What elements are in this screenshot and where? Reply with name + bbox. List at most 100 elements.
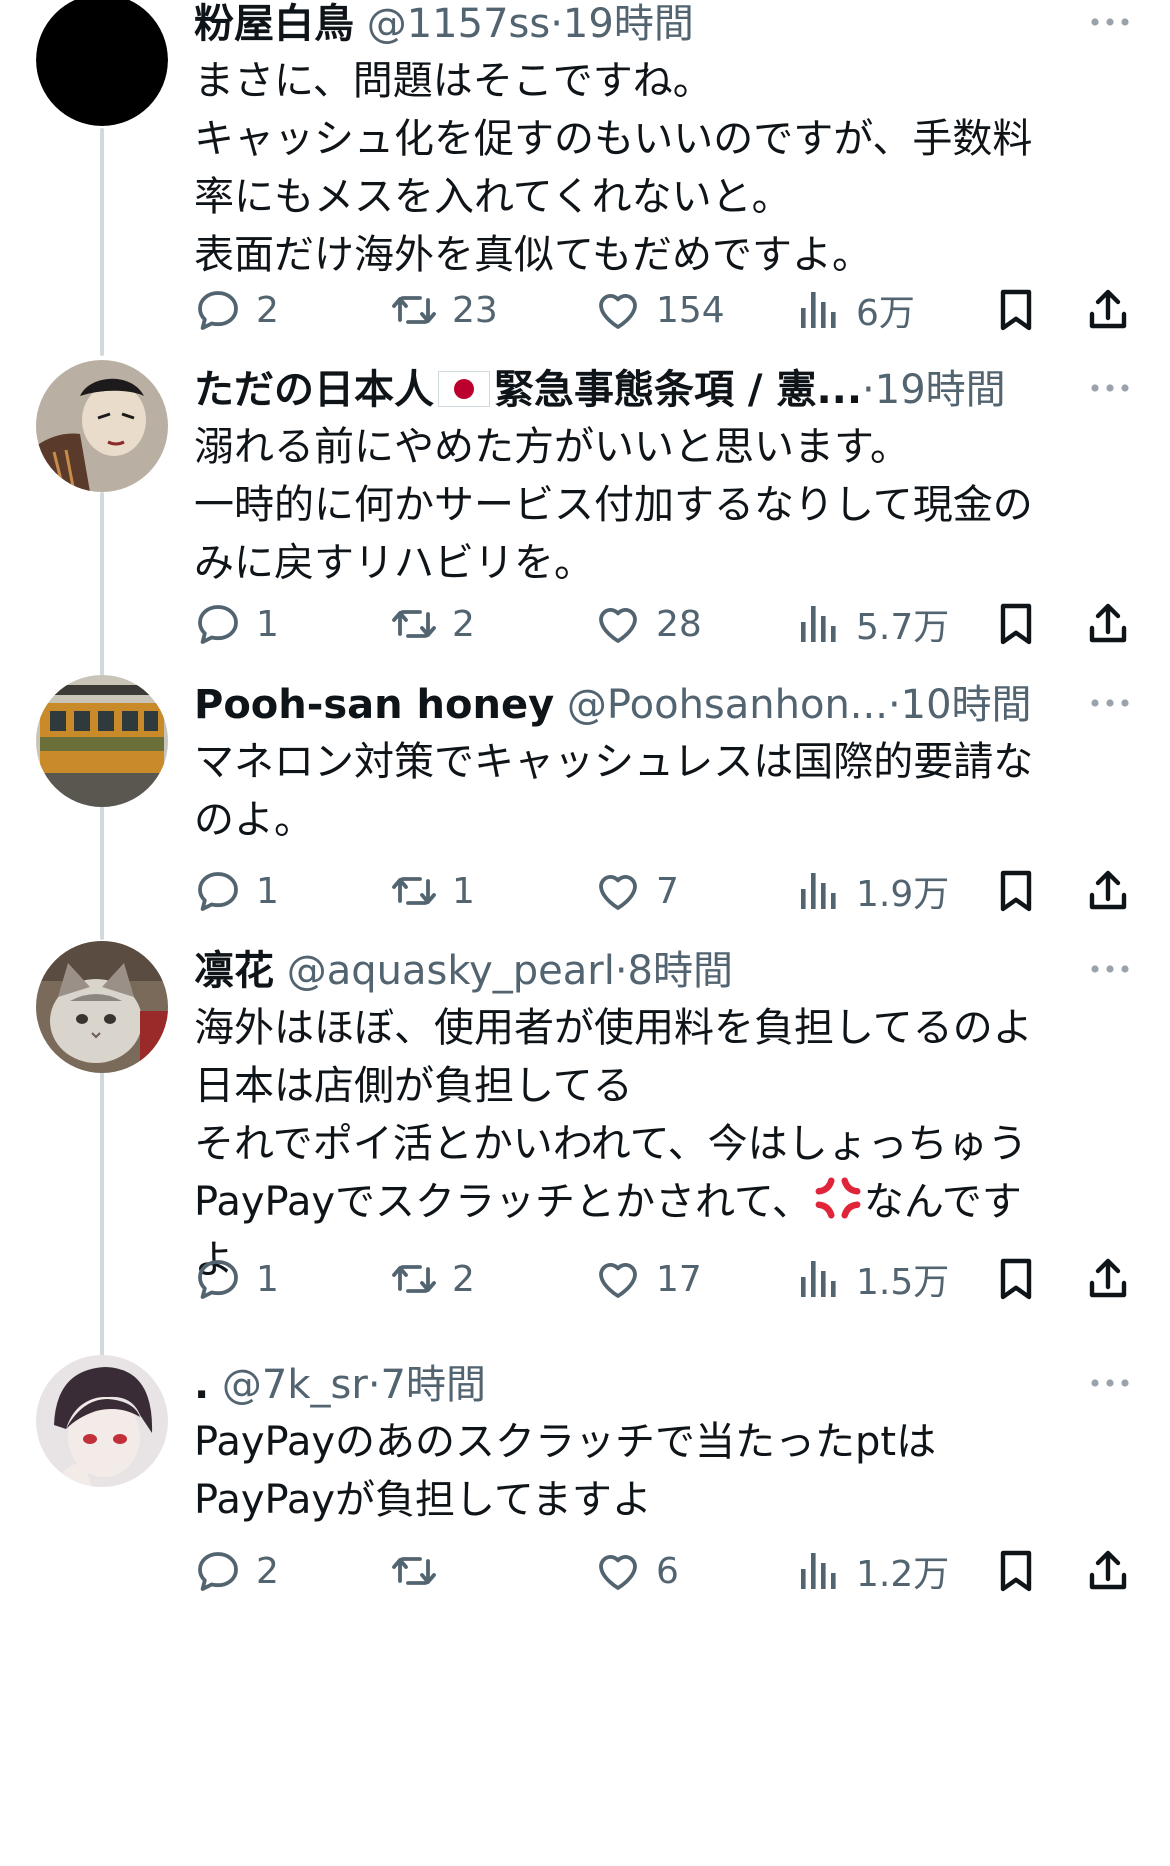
tweet-text-line: 海外はほぼ、使用者が使用料を負担してるのよ: [194, 1005, 1033, 1051]
bookmark-button[interactable]: [992, 598, 1040, 650]
views-icon: [794, 286, 842, 334]
user-handle[interactable]: @7k_sr: [222, 1362, 368, 1408]
display-name[interactable]: ただの日本人: [194, 367, 434, 413]
like-icon: [594, 1255, 642, 1303]
views-button[interactable]: 5.7万: [794, 598, 949, 650]
repost-button[interactable]: 1: [390, 865, 475, 917]
share-button[interactable]: [1084, 284, 1132, 336]
like-count: 17: [656, 1258, 702, 1300]
views-icon: [794, 1547, 842, 1595]
reply-count: 2: [256, 1550, 279, 1592]
more-icon[interactable]: [1088, 378, 1132, 398]
share-button[interactable]: [1084, 598, 1132, 650]
bookmark-icon: [992, 867, 1040, 915]
tweet-text-line: 一時的に何かサービス付加するなりして現金の: [194, 482, 1033, 528]
timestamp[interactable]: 7時間: [381, 1362, 486, 1408]
tweet-text: 溺れる前にやめた方がいいと思います。 一時的に何かサービス付加するなりして現金の…: [194, 418, 1094, 592]
tweet-text: マネロン対策でキャッシュレスは国際的要請な のよ。: [194, 733, 1094, 849]
tweet-text-line: 表面だけ海外を真似てもだめですよ。: [194, 232, 872, 278]
share-button[interactable]: [1084, 1545, 1132, 1597]
tweet-text-line: 溺れる前にやめた方がいいと思います。: [194, 424, 910, 470]
like-button[interactable]: 17: [594, 1253, 702, 1305]
repost-button[interactable]: 23: [390, 284, 498, 336]
reply-button[interactable]: 1: [194, 1253, 279, 1305]
tweet-header: ただの日本人 緊急事態条項 / 憲...·19時間: [194, 362, 1054, 418]
repost-icon: [390, 867, 438, 915]
avatar[interactable]: [36, 941, 168, 1073]
tweet[interactable]: 粉屋白鳥 @1157ss·19時間 まさに、問題はそこですね。 キャッシュ化を促…: [0, 0, 1170, 354]
share-icon: [1084, 600, 1132, 648]
tweet-text-line: それでポイ活とかいわれて、今はしょっちゅう: [194, 1121, 1028, 1167]
like-button[interactable]: 28: [594, 598, 702, 650]
avatar[interactable]: [36, 360, 168, 492]
reply-button[interactable]: 2: [194, 284, 279, 336]
repost-button[interactable]: 2: [390, 1253, 475, 1305]
separator-dot: ·: [614, 948, 628, 994]
tweet-text-line: みに戻すリハビリを。: [194, 540, 594, 586]
display-name[interactable]: 凛花: [194, 948, 274, 994]
like-icon: [594, 600, 642, 648]
reply-count: 2: [256, 289, 279, 331]
display-name[interactable]: .: [194, 1362, 209, 1408]
bookmark-button[interactable]: [992, 865, 1040, 917]
japan-flag-icon: [438, 371, 490, 407]
view-count: 6万: [856, 293, 915, 334]
avatar[interactable]: [36, 1355, 168, 1487]
reply-button[interactable]: 1: [194, 865, 279, 917]
tweet[interactable]: Pooh-san honey @Poohsanhon...·10時間 マネロン対…: [0, 675, 1170, 935]
views-button[interactable]: 1.2万: [794, 1545, 949, 1597]
bookmark-button[interactable]: [992, 284, 1040, 336]
reply-button[interactable]: 1: [194, 598, 279, 650]
like-button[interactable]: 6: [594, 1545, 679, 1597]
separator-dot: ·: [887, 682, 901, 728]
share-button[interactable]: [1084, 1253, 1132, 1305]
display-name[interactable]: 粉屋白鳥: [194, 1, 354, 47]
repost-button[interactable]: [390, 1545, 452, 1597]
timestamp[interactable]: 10時間: [901, 682, 1032, 728]
share-icon: [1084, 1547, 1132, 1595]
reply-icon: [194, 867, 242, 915]
tweet[interactable]: ただの日本人 緊急事態条項 / 憲...·19時間 溺れる前にやめた方がいいと思い…: [0, 360, 1170, 670]
tweet-text-line: まさに、問題はそこですね。: [194, 58, 713, 104]
avatar[interactable]: [36, 675, 168, 807]
more-icon[interactable]: [1088, 1373, 1132, 1393]
bookmark-button[interactable]: [992, 1545, 1040, 1597]
action-bar: 1 2 17 1.5万: [194, 1253, 1144, 1305]
avatar[interactable]: [36, 0, 168, 126]
like-count: 6: [656, 1550, 679, 1592]
views-icon: [794, 867, 842, 915]
more-icon[interactable]: [1088, 693, 1132, 713]
share-icon: [1084, 286, 1132, 334]
views-button[interactable]: 1.9万: [794, 865, 949, 917]
user-handle[interactable]: @1157ss: [367, 1, 550, 47]
reply-button[interactable]: 2: [194, 1545, 279, 1597]
views-button[interactable]: 6万: [794, 284, 915, 336]
like-icon: [594, 286, 642, 334]
like-button[interactable]: 154: [594, 284, 725, 336]
timestamp[interactable]: 19時間: [875, 367, 1006, 413]
views-button[interactable]: 1.5万: [794, 1253, 949, 1305]
user-handle[interactable]: @Poohsanhon...: [567, 682, 888, 728]
reply-count: 1: [256, 603, 279, 645]
more-icon[interactable]: [1088, 12, 1132, 32]
like-button[interactable]: 7: [594, 865, 679, 917]
tweet-text-line: 日本は店側が負担してる: [194, 1063, 633, 1109]
user-handle[interactable]: @aquasky_pearl: [287, 948, 615, 994]
more-icon[interactable]: [1088, 959, 1132, 979]
timestamp[interactable]: 8時間: [628, 948, 733, 994]
repost-button[interactable]: 2: [390, 598, 475, 650]
tweet[interactable]: 凛花 @aquasky_pearl·8時間 海外はほぼ、使用者が使用料を負担して…: [0, 941, 1170, 1351]
tweet-header: Pooh-san honey @Poohsanhon...·10時間: [194, 677, 1054, 733]
timestamp[interactable]: 19時間: [563, 1, 694, 47]
bookmark-icon: [992, 286, 1040, 334]
bookmark-button[interactable]: [992, 1253, 1040, 1305]
display-name[interactable]: Pooh-san honey: [194, 682, 554, 728]
tweet[interactable]: . @7k_sr·7時間 PayPayのあのスクラッチで当たったptは PayP…: [0, 1355, 1170, 1866]
bookmark-icon: [992, 1547, 1040, 1595]
like-count: 28: [656, 603, 702, 645]
reply-icon: [194, 286, 242, 334]
display-name-suffix[interactable]: 緊急事態条項 / 憲...: [494, 367, 862, 413]
repost-count: 23: [452, 289, 498, 331]
tweet-text-fragment: なんです: [863, 1179, 1022, 1225]
share-button[interactable]: [1084, 865, 1132, 917]
